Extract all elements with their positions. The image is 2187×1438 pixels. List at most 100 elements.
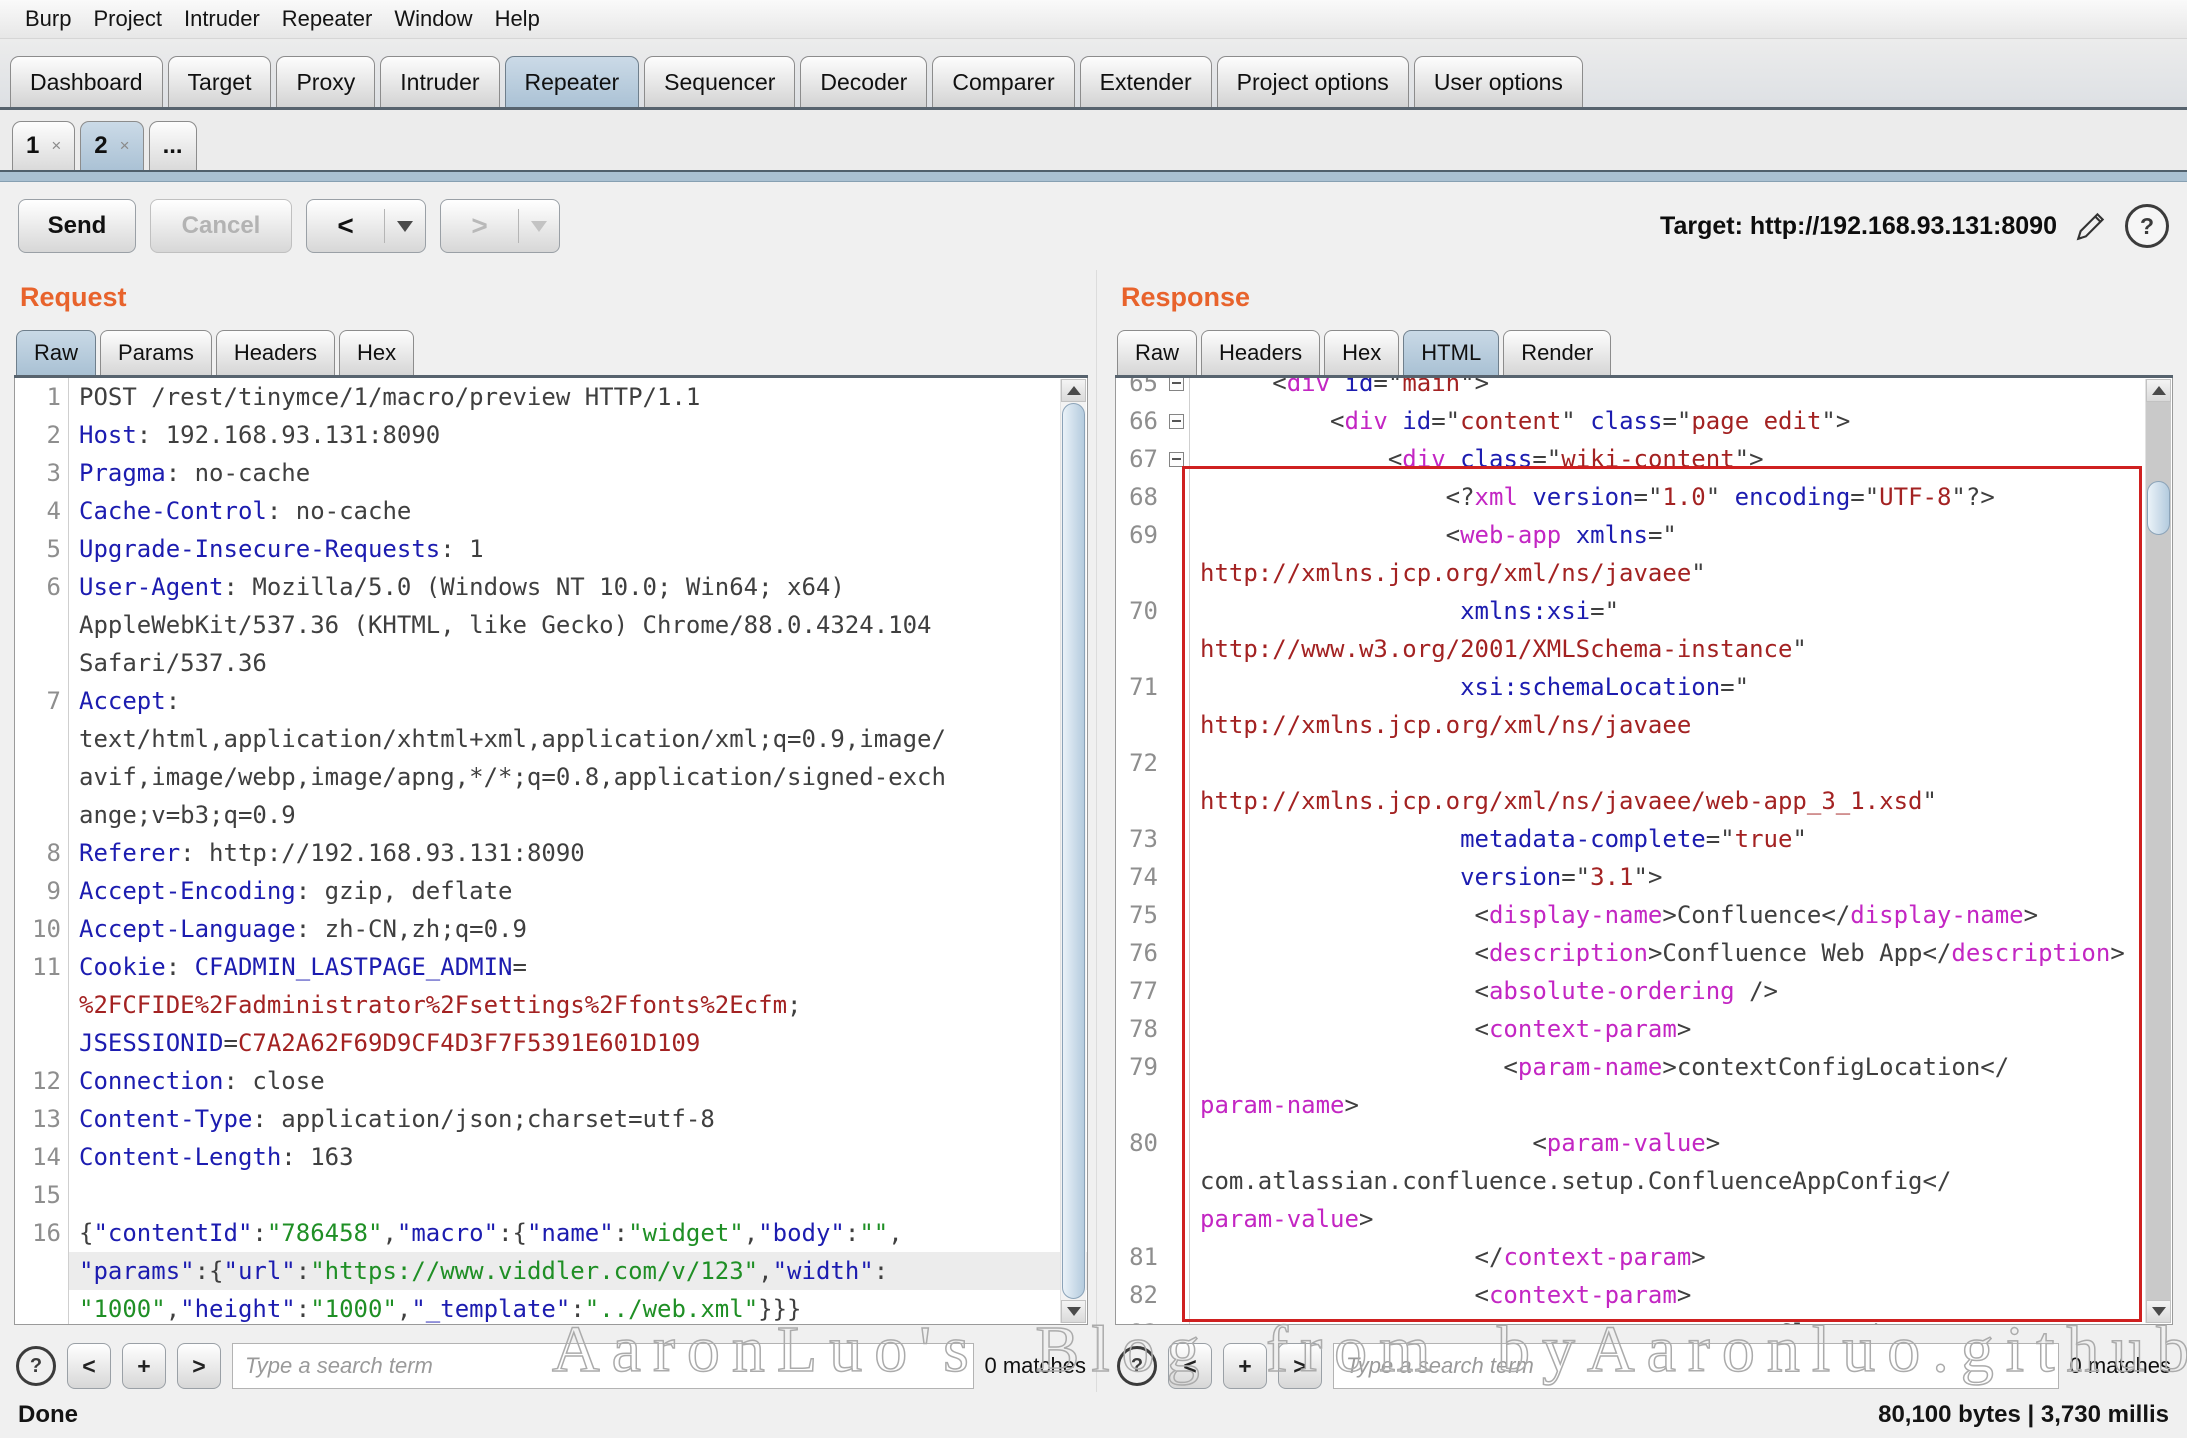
fold-marker-icon[interactable] xyxy=(1165,440,1189,478)
request-tab-hex[interactable]: Hex xyxy=(339,330,414,375)
fold-marker-icon[interactable] xyxy=(1165,402,1189,440)
fold-spacer xyxy=(1165,668,1189,706)
line-number: 79 xyxy=(1116,1048,1165,1086)
scroll-up-button[interactable] xyxy=(1061,379,1086,402)
cancel-button[interactable]: Cancel xyxy=(150,199,292,253)
response-editor[interactable]: 65 <div id="main">66 <div id="content" c… xyxy=(1115,378,2173,1325)
tab-comparer[interactable]: Comparer xyxy=(932,56,1074,107)
search-input[interactable] xyxy=(1333,1343,2059,1389)
search-case-button[interactable]: + xyxy=(122,1343,166,1389)
code-line: http://xmlns.jcp.org/xml/ns/javaee" xyxy=(1116,554,2172,592)
tab-sequencer[interactable]: Sequencer xyxy=(644,56,795,107)
tab-dashboard[interactable]: Dashboard xyxy=(10,56,163,107)
repeater-tab-2-label: 2 xyxy=(94,132,107,160)
tab-project-options[interactable]: Project options xyxy=(1217,56,1409,107)
search-next-button[interactable]: > xyxy=(177,1343,221,1389)
code-line: 8Referer: http://192.168.93.131:8090 xyxy=(15,834,1087,872)
tab-intruder[interactable]: Intruder xyxy=(380,56,499,107)
status-text: Done xyxy=(18,1401,78,1429)
response-scrollbar[interactable] xyxy=(2145,379,2171,1323)
line-number xyxy=(1116,1162,1165,1200)
response-tab-hex[interactable]: Hex xyxy=(1324,330,1399,375)
scrollbar-thumb[interactable] xyxy=(1062,403,1085,1299)
menu-help[interactable]: Help xyxy=(484,6,551,32)
request-tab-params[interactable]: Params xyxy=(100,330,212,375)
menu-burp[interactable]: Burp xyxy=(14,6,82,32)
back-arrow-label: < xyxy=(307,210,384,242)
request-tab-raw[interactable]: Raw xyxy=(16,330,96,375)
scroll-down-button[interactable] xyxy=(1061,1300,1086,1323)
line-number: 4 xyxy=(15,492,68,530)
fold-spacer xyxy=(1165,706,1189,744)
repeater-tab-new[interactable]: ... xyxy=(149,121,197,170)
code-text: <display-name>Confluence</display-name> xyxy=(1189,896,2172,934)
line-number xyxy=(15,796,68,834)
edit-pencil-icon[interactable] xyxy=(2073,208,2109,244)
request-search-bar: ? < + > 0 matches xyxy=(14,1325,1088,1398)
back-dropdown[interactable] xyxy=(385,221,425,232)
fold-marker-icon[interactable] xyxy=(1165,378,1189,402)
help-icon[interactable]: ? xyxy=(2125,204,2169,248)
history-back-button[interactable]: < xyxy=(306,199,426,253)
forward-dropdown[interactable] xyxy=(519,221,559,232)
tab-repeater[interactable]: Repeater xyxy=(505,56,640,107)
search-case-button[interactable]: + xyxy=(1223,1343,1267,1389)
scrollbar-thumb[interactable] xyxy=(2147,481,2170,535)
request-editor[interactable]: 1POST /rest/tinymce/1/macro/preview HTTP… xyxy=(14,378,1088,1325)
menu-project[interactable]: Project xyxy=(82,6,172,32)
search-prev-button[interactable]: < xyxy=(1168,1343,1212,1389)
code-line: 78 <context-param> xyxy=(1116,1010,2172,1048)
code-line: 65 <div id="main"> xyxy=(1116,378,2172,402)
repeater-tab-1[interactable]: 1 × xyxy=(12,121,75,170)
code-line: 4Cache-Control: no-cache xyxy=(15,492,1087,530)
code-line: %2FCFIDE%2Fadministrator%2Fsettings%2Ffo… xyxy=(15,986,1087,1024)
target-label: Target: http://192.168.93.131:8090 xyxy=(1660,212,2057,241)
line-number: 69 xyxy=(1116,516,1165,554)
response-tab-raw[interactable]: Raw xyxy=(1117,330,1197,375)
line-number: 75 xyxy=(1116,896,1165,934)
code-text: xsi:schemaLocation=" xyxy=(1189,668,2172,706)
code-line: 13Content-Type: application/json;charset… xyxy=(15,1100,1087,1138)
response-tab-headers[interactable]: Headers xyxy=(1201,330,1320,375)
status-bar: Done 80,100 bytes | 3,730 millis xyxy=(0,1392,2187,1438)
menu-window[interactable]: Window xyxy=(383,6,483,32)
close-icon[interactable]: × xyxy=(120,136,130,156)
response-tab-html[interactable]: HTML xyxy=(1403,330,1499,375)
fold-spacer xyxy=(1165,1238,1189,1276)
code-line: com.atlassian.confluence.setup.Confluenc… xyxy=(1116,1162,2172,1200)
tab-decoder[interactable]: Decoder xyxy=(800,56,927,107)
tab-extender[interactable]: Extender xyxy=(1080,56,1212,107)
request-tab-headers[interactable]: Headers xyxy=(216,330,335,375)
help-icon[interactable]: ? xyxy=(1117,1346,1157,1386)
tab-proxy[interactable]: Proxy xyxy=(276,56,375,107)
code-line: 11Cookie: CFADMIN_LASTPAGE_ADMIN= xyxy=(15,948,1087,986)
search-input[interactable] xyxy=(232,1343,974,1389)
help-icon[interactable]: ? xyxy=(16,1346,56,1386)
target-url: http://192.168.93.131:8090 xyxy=(1750,212,2057,240)
request-scrollbar[interactable] xyxy=(1060,379,1086,1323)
line-number: 68 xyxy=(1116,478,1165,516)
send-button[interactable]: Send xyxy=(18,199,136,253)
code-text: <param-value> xyxy=(1189,1124,2172,1162)
fold-spacer xyxy=(1165,478,1189,516)
search-next-button[interactable]: > xyxy=(1278,1343,1322,1389)
search-prev-button[interactable]: < xyxy=(67,1343,111,1389)
line-number xyxy=(1116,630,1165,668)
menu-intruder[interactable]: Intruder xyxy=(173,6,271,32)
fold-spacer xyxy=(1165,554,1189,592)
code-text: version="3.1"> xyxy=(1189,858,2172,896)
code-line: text/html,application/xhtml+xml,applicat… xyxy=(15,720,1087,758)
repeater-tab-2[interactable]: 2 × xyxy=(80,121,143,170)
close-icon[interactable]: × xyxy=(51,136,61,156)
scroll-down-button[interactable] xyxy=(2146,1300,2171,1323)
fold-spacer xyxy=(1165,1086,1189,1124)
response-tab-render[interactable]: Render xyxy=(1503,330,1611,375)
tab-user-options[interactable]: User options xyxy=(1414,56,1583,107)
scroll-up-button[interactable] xyxy=(2146,379,2171,402)
code-text: com.atlassian.confluence.setup.Confluenc… xyxy=(1189,1162,2172,1200)
history-forward-button[interactable]: > xyxy=(440,199,560,253)
code-text: POST /rest/tinymce/1/macro/preview HTTP/… xyxy=(68,378,1087,416)
code-text: Host: 192.168.93.131:8090 xyxy=(68,416,1087,454)
tab-target[interactable]: Target xyxy=(168,56,272,107)
menu-repeater[interactable]: Repeater xyxy=(271,6,384,32)
